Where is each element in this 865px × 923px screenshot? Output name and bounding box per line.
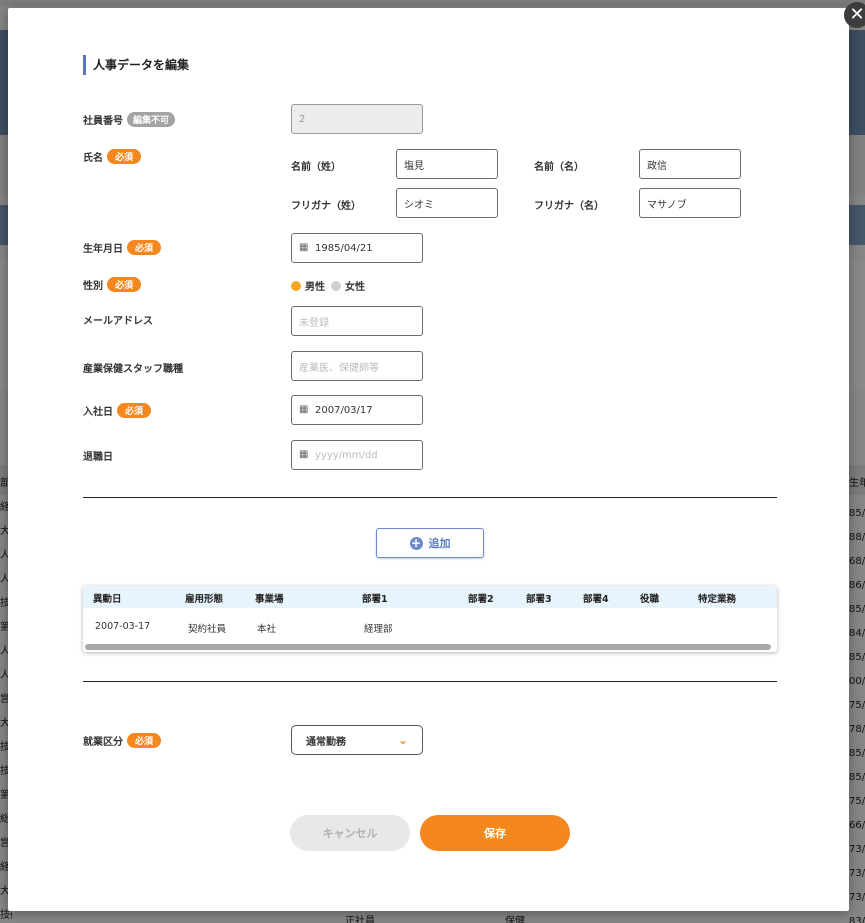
leave-date-placeholder: yyyy/mm/dd (315, 449, 378, 461)
employee-no-label: 社員番号 編集不可 (83, 112, 176, 127)
birthdate-label: 生年月日 必須 (83, 240, 162, 255)
table-header-cell: 部署3 (526, 594, 552, 605)
gender-label: 性別 必須 (83, 277, 142, 292)
staff-type-label: 産業保健スタッフ職種 (83, 360, 183, 375)
work-category-value: 通常勤務 (306, 736, 346, 748)
kana-first-name-label: フリガナ（名） (534, 201, 604, 212)
join-date-label-text: 入社日 (83, 407, 113, 418)
work-category-label-text: 就業区分 (83, 737, 123, 748)
birthdate-field[interactable]: ▦ 1985/04/21 (291, 233, 423, 263)
first-name-value: 政信 (647, 160, 667, 172)
calendar-icon: ▦ (299, 449, 309, 460)
email-field[interactable]: 未登録 (291, 306, 423, 336)
birthdate-value: 1985/04/21 (315, 242, 373, 254)
readonly-badge: 編集不可 (127, 112, 176, 127)
table-cell: 2007-03-17 (95, 621, 151, 632)
chevron-down-icon: ⌄ (397, 733, 408, 747)
name-label: 氏名 必須 (83, 149, 142, 164)
join-date-field[interactable]: ▦ 2007/03/17 (291, 395, 423, 425)
table-cell: 契約社員 (188, 624, 227, 635)
radio-unselected-icon (331, 280, 341, 291)
name-label-text: 氏名 (83, 153, 103, 164)
employee-no-label-text: 社員番号 (83, 116, 123, 127)
employee-no-value: 2 (299, 113, 306, 125)
add-button-label: 追加 (428, 537, 451, 550)
kana-last-name-value: シオミ (404, 199, 434, 211)
last-name-label: 名前（姓） (291, 162, 341, 173)
email-label-text: メールアドレス (83, 316, 153, 327)
table-header-cell: 異動日 (93, 594, 122, 605)
modal-title: 人事データを編集 (83, 55, 189, 75)
gender-label-text: 性別 (83, 281, 103, 292)
required-badge: 必須 (127, 240, 162, 255)
table-header-cell: 雇用形態 (185, 594, 224, 605)
staff-type-field[interactable]: 産業医、保健師等 (291, 351, 423, 381)
calendar-icon: ▦ (299, 242, 309, 253)
table-cell: 経理部 (364, 624, 393, 635)
join-date-value: 2007/03/17 (315, 404, 373, 416)
employee-no-field: 2 (291, 104, 423, 134)
work-category-label: 就業区分 必須 (83, 733, 162, 748)
join-date-label: 入社日 必須 (83, 403, 152, 418)
table-header-cell: 部署1 (362, 594, 388, 605)
last-name-field[interactable]: 塩見 (396, 149, 498, 179)
kana-last-name-field[interactable]: シオミ (396, 188, 498, 218)
leave-date-label: 退職日 (83, 448, 113, 463)
horizontal-scrollbar[interactable] (85, 644, 771, 650)
table-header-cell: 役職 (640, 594, 660, 605)
kana-first-name-value: マサノブ (647, 199, 687, 211)
kana-first-name-field[interactable]: マサノブ (639, 188, 741, 218)
email-placeholder: 未登録 (299, 317, 329, 329)
birthdate-label-text: 生年月日 (83, 244, 123, 255)
save-button[interactable]: 保存 (420, 815, 570, 851)
table-header-cell: 特定業務 (698, 594, 737, 605)
gender-radio-female[interactable]: 女性 (331, 278, 365, 293)
email-label: メールアドレス (83, 312, 153, 327)
leave-date-label-text: 退職日 (83, 452, 113, 463)
required-badge: 必須 (107, 277, 142, 292)
work-category-select[interactable]: 通常勤務 ⌄ (291, 725, 423, 755)
table-header-cell: 部署4 (583, 594, 609, 605)
radio-selected-icon (291, 280, 301, 291)
required-badge: 必須 (107, 149, 142, 164)
table-header-cell: 事業場 (255, 594, 284, 605)
leave-date-field[interactable]: ▦ yyyy/mm/dd (291, 440, 423, 470)
close-icon[interactable]: ✕ (844, 2, 865, 28)
plus-icon: + (409, 535, 423, 550)
edit-personnel-modal: ✕ 人事データを編集 社員番号 編集不可 2 氏名 必須 名前（姓） 塩見 名前… (8, 2, 865, 911)
divider (83, 681, 777, 682)
add-button[interactable]: + 追加 (376, 528, 484, 558)
cancel-button[interactable]: キャンセル (290, 815, 410, 851)
gender-option-label: 男性 (305, 282, 325, 293)
staff-type-placeholder: 産業医、保健師等 (299, 362, 379, 374)
table-cell: 本社 (257, 624, 277, 635)
kana-last-name-label: フリガナ（姓） (291, 201, 361, 212)
required-badge: 必須 (117, 403, 152, 418)
transfer-history-table: 異動日 雇用形態 事業場 部署1 部署2 部署3 部署4 役職 特定業務 200… (83, 586, 777, 652)
divider (83, 497, 777, 498)
table-header: 異動日 雇用形態 事業場 部署1 部署2 部署3 部署4 役職 特定業務 (83, 586, 777, 608)
gender-radio-male[interactable]: 男性 (291, 278, 325, 293)
staff-type-label-text: 産業保健スタッフ職種 (83, 364, 183, 375)
table-header-cell: 部署2 (468, 594, 494, 605)
required-badge: 必須 (127, 733, 162, 748)
last-name-value: 塩見 (404, 160, 424, 172)
first-name-field[interactable]: 政信 (639, 149, 741, 179)
gender-option-label: 女性 (345, 282, 365, 293)
calendar-icon: ▦ (299, 404, 309, 415)
first-name-label: 名前（名） (534, 162, 584, 173)
